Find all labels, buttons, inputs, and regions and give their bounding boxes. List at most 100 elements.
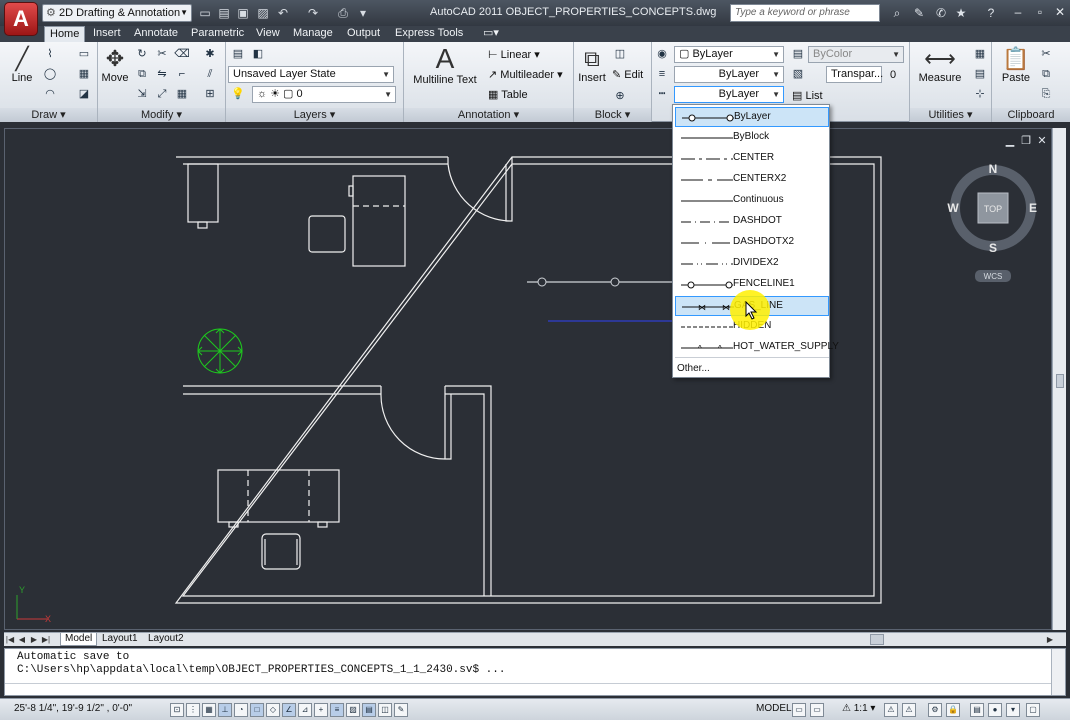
vertical-scroll-thumb[interactable] [1056, 374, 1064, 388]
linetype-option-centerx2[interactable]: CENTERX2 [675, 170, 829, 190]
prev-layout-arrow[interactable]: ◀ [16, 633, 28, 646]
maximize-button[interactable]: ▫ [1030, 3, 1050, 21]
isolate-objects-icon[interactable]: ● [988, 703, 1002, 717]
block-panel-title[interactable]: Block ▾ [574, 108, 651, 122]
layer-iso-icon[interactable]: ◧ [250, 46, 266, 62]
command-scrollbar[interactable] [1051, 649, 1065, 695]
redo-icon[interactable]: ↷ [304, 4, 322, 22]
transparency-toggle[interactable]: ▨ [346, 703, 360, 717]
close-button[interactable]: ✕ [1050, 3, 1070, 21]
search-input[interactable]: Type a keyword or phrase [730, 4, 880, 22]
quick-select-icon[interactable]: ▦ [972, 46, 988, 62]
viewport-minimize-button[interactable]: ▁ [1002, 134, 1018, 148]
tab-annotate[interactable]: Annotate [129, 26, 183, 42]
linetype-icon[interactable]: ┅ [654, 86, 670, 102]
command-line[interactable]: Automatic save to C:\Users\hp\appdata\lo… [4, 648, 1066, 696]
linear-dimension-button[interactable]: ⊢ Linear ▾ [488, 48, 540, 61]
measure-button[interactable]: ⟷ Measure [914, 46, 966, 84]
ortho-toggle[interactable]: ⊥ [218, 703, 232, 717]
quick-view-layouts-icon[interactable]: ▭ [792, 703, 806, 717]
offset-icon[interactable]: ⫽ [202, 66, 218, 82]
fillet-icon[interactable]: ⌐ [174, 66, 190, 82]
id-point-icon[interactable]: ⊹ [972, 86, 988, 102]
viewport-close-button[interactable]: ✕ [1034, 134, 1050, 148]
open-icon[interactable]: ▤ [215, 4, 233, 22]
undo-icon[interactable]: ↶ [274, 4, 292, 22]
application-menu-button[interactable]: A [4, 2, 38, 36]
scroll-right-arrow[interactable]: ▶ [1044, 633, 1056, 646]
auto-scale-icon[interactable]: ⚠ [902, 703, 916, 717]
tab-parametric[interactable]: Parametric [186, 26, 249, 42]
mirror-icon[interactable]: ⇋ [154, 66, 170, 82]
list-button[interactable]: ▤ List [792, 89, 823, 102]
grid-toggle[interactable]: ▦ [202, 703, 216, 717]
color-select[interactable]: ▢ ByLayer ▼ [674, 46, 784, 63]
dyn-toggle[interactable]: + [314, 703, 328, 717]
tab-insert[interactable]: Insert [88, 26, 126, 42]
arc-icon[interactable]: ◠ [42, 86, 58, 102]
rotate-icon[interactable]: ↻ [134, 46, 150, 62]
search-icon[interactable]: ⌕ [888, 4, 906, 22]
table-button[interactable]: ▦ Table [488, 88, 528, 101]
workspace-switcher[interactable]: ⚙ 2D Drafting & Annotation ▼ [42, 4, 192, 22]
layer-select[interactable]: ☼ ☀ ▢ 0 ▼ [252, 86, 396, 103]
infer-constraints-toggle[interactable]: ⊡ [170, 703, 184, 717]
linetype-option-dividex2[interactable]: DIVIDEX2 [675, 254, 829, 274]
osnap-toggle[interactable]: □ [250, 703, 264, 717]
lineweight-select[interactable]: ByLayer ▼ [674, 66, 784, 83]
join-icon[interactable]: ⊞ [202, 86, 218, 102]
drawing-canvas[interactable]: Y X TOP N S E W WCS [4, 128, 1052, 630]
lock-icon[interactable]: 🔒 [946, 703, 960, 717]
tab-output[interactable]: Output [342, 26, 385, 42]
quick-properties-toggle[interactable]: ▤ [362, 703, 376, 717]
block-attributes-icon[interactable]: ⊕ [612, 88, 628, 104]
tab-express-tools[interactable]: Express Tools [390, 26, 468, 42]
array-icon[interactable]: ▦ [174, 86, 190, 102]
workspace-switching-icon[interactable]: ⚙ [928, 703, 942, 717]
linetype-other-option[interactable]: Other... [677, 363, 710, 374]
linetype-option-dashdotx2[interactable]: DASHDOTX2 [675, 233, 829, 253]
hatch-icon[interactable]: ▦ [76, 66, 92, 82]
rectangle-icon[interactable]: ▭ [76, 46, 92, 62]
transparency-icon[interactable]: ▧ [790, 66, 806, 82]
viewport-restore-button[interactable]: ❐ [1018, 134, 1034, 148]
tab-layout1[interactable]: Layout1 [98, 633, 142, 646]
clean-screen-icon[interactable]: ▢ [1026, 703, 1040, 717]
line-button[interactable]: ╱ Line [6, 46, 38, 84]
utilities-panel-title[interactable]: Utilities ▾ [910, 108, 991, 122]
new-icon[interactable]: ▭ [196, 4, 214, 22]
annotation-visibility-icon[interactable]: ⚠ [884, 703, 898, 717]
tab-manage[interactable]: Manage [288, 26, 338, 42]
explode-icon[interactable]: ✱ [202, 46, 218, 62]
vertical-scrollbar[interactable] [1052, 128, 1066, 630]
multiline-text-button[interactable]: A Multiline Text [410, 44, 480, 87]
hardware-acceleration-icon[interactable]: ▤ [970, 703, 984, 717]
coordinate-readout[interactable]: 25'-8 1/4", 19'-9 1/2" , 0'-0" [14, 703, 132, 714]
lineweight-toggle[interactable]: ≡ [330, 703, 344, 717]
linetype-option-byblock[interactable]: ByBlock [675, 128, 829, 148]
communication-center-icon[interactable]: ✆ [932, 4, 950, 22]
ducs-toggle[interactable]: ⊿ [298, 703, 312, 717]
linetype-select[interactable]: ByLayer ▼ [674, 86, 784, 103]
otrack-toggle[interactable]: ∠ [282, 703, 296, 717]
circle-icon[interactable]: ◯ [42, 66, 58, 82]
calculator-icon[interactable]: ▤ [972, 66, 988, 82]
next-layout-arrow[interactable]: ▶ [28, 633, 40, 646]
layers-panel-title[interactable]: Layers ▾ [226, 108, 403, 122]
copy-base-icon[interactable]: ⎘ [1038, 86, 1054, 102]
tab-layout2[interactable]: Layout2 [144, 633, 188, 646]
annotation-panel-title[interactable]: Annotation ▾ [404, 108, 573, 122]
move-button[interactable]: ✥ Move [100, 46, 130, 84]
quick-view-drawings-icon[interactable]: ▭ [810, 703, 824, 717]
status-menu-icon[interactable]: ▾ [1006, 703, 1020, 717]
minimize-button[interactable]: – [1008, 3, 1028, 21]
linetype-option-center[interactable]: CENTER [675, 149, 829, 169]
linetype-option-continuous[interactable]: Continuous [675, 191, 829, 211]
selection-cycling-toggle[interactable]: ◫ [378, 703, 392, 717]
3d-osnap-toggle[interactable]: ◇ [266, 703, 280, 717]
quick-access-menu-icon[interactable]: ▾ [354, 4, 372, 22]
region-icon[interactable]: ◪ [76, 86, 92, 102]
insert-block-button[interactable]: ⧉ Insert [576, 46, 608, 84]
polyline-icon[interactable]: ⌇ [42, 46, 58, 62]
scale-icon[interactable]: ⤢ [154, 86, 170, 102]
